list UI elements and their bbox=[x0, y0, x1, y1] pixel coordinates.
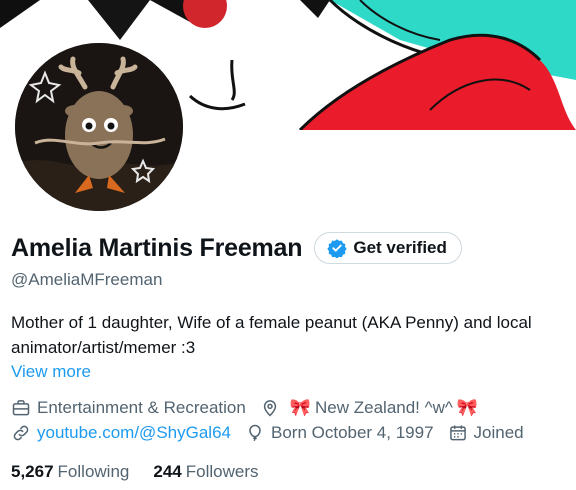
map-pin-icon bbox=[263, 400, 277, 417]
location-text: New Zealand! ^w^ bbox=[315, 398, 453, 417]
profile-handle: @AmeliaMFreeman bbox=[11, 270, 163, 289]
avatar[interactable] bbox=[15, 43, 183, 211]
avatar-artwork bbox=[15, 43, 183, 211]
joined-item: Joined bbox=[448, 423, 524, 443]
get-verified-button[interactable]: Get verified bbox=[314, 232, 462, 264]
joined-text: Joined bbox=[473, 423, 524, 442]
view-more-link[interactable]: View more bbox=[11, 362, 91, 382]
followers-count: 244 bbox=[153, 462, 182, 481]
following-label: Following bbox=[57, 462, 130, 481]
avatar-border bbox=[12, 40, 186, 214]
ribbon-emoji-right: 🎀 bbox=[456, 398, 479, 417]
category-item: Entertainment & Recreation bbox=[11, 398, 246, 418]
followers-link[interactable]: 244 Followers bbox=[153, 462, 258, 482]
profile-bio: Mother of 1 daughter, Wife of a female p… bbox=[11, 310, 576, 360]
birthday-text: Born October 4, 1997 bbox=[270, 423, 434, 442]
location-item: 🎀 New Zealand! ^w^ 🎀 bbox=[260, 398, 482, 418]
balloon-icon bbox=[249, 424, 261, 442]
birthday-item: Born October 4, 1997 bbox=[245, 423, 434, 443]
calendar-icon bbox=[449, 425, 466, 441]
profile-meta-row-1: Entertainment & Recreation 🎀 New Zealand… bbox=[11, 398, 496, 418]
link-icon bbox=[13, 425, 29, 441]
website-link[interactable]: youtube.com/@ShyGal64 bbox=[37, 423, 231, 443]
ribbon-emoji-left: 🎀 bbox=[289, 398, 312, 417]
display-name: Amelia Martinis Freeman bbox=[11, 233, 303, 262]
verified-badge-icon bbox=[327, 239, 348, 258]
follow-stats: 5,267 Following 244 Followers bbox=[11, 462, 282, 482]
following-link[interactable]: 5,267 Following bbox=[11, 462, 129, 482]
followers-label: Followers bbox=[185, 462, 259, 481]
profile-meta-row-2: youtube.com/@ShyGal64 Born October 4, 19… bbox=[11, 423, 538, 443]
briefcase-icon bbox=[12, 400, 30, 416]
get-verified-label: Get verified bbox=[353, 238, 447, 257]
bio-line-2: animator/artist/memer :3 bbox=[11, 338, 196, 357]
name-row: Amelia Martinis Freeman Get verified bbox=[11, 232, 462, 264]
bio-line-1: Mother of 1 daughter, Wife of a female p… bbox=[11, 313, 532, 332]
following-count: 5,267 bbox=[11, 462, 54, 481]
category-text: Entertainment & Recreation bbox=[37, 398, 246, 417]
website-item: youtube.com/@ShyGal64 bbox=[11, 423, 231, 443]
